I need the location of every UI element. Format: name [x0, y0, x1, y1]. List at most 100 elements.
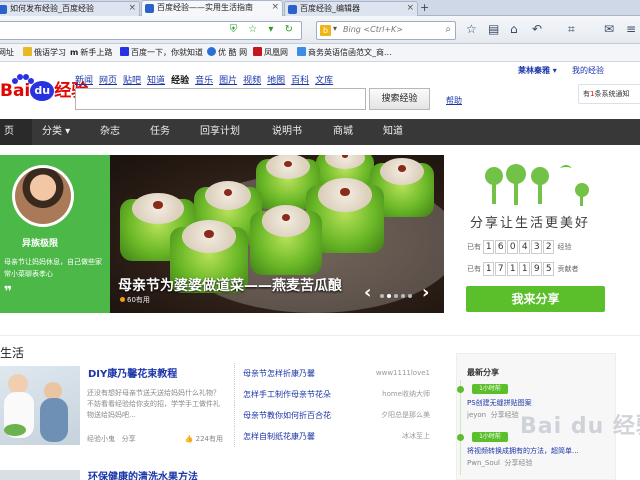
tab-editor[interactable]: 百度经验_编辑器 ×	[284, 1, 418, 16]
help-link[interactable]: 帮助	[446, 95, 462, 106]
featured-thumbnail[interactable]	[0, 366, 80, 445]
experience-search-input[interactable]	[75, 88, 366, 110]
nav-video[interactable]: 视频	[243, 76, 261, 86]
slide-dot-active[interactable]	[387, 294, 391, 298]
new-tab-button[interactable]: +	[420, 0, 429, 16]
tab-label: 如何发布经验_百度经验	[10, 4, 94, 13]
slide-dot[interactable]	[380, 294, 384, 298]
article-title[interactable]: 环保健康的清洗水果方法	[88, 468, 198, 480]
tab-label: 百度经验_编辑器	[300, 4, 360, 13]
search-experience-button[interactable]: 搜索经验	[369, 88, 430, 110]
page-icon	[297, 47, 306, 56]
slide-indicators	[380, 291, 415, 301]
address-bar[interactable]: ⛨ ☆ ▾ ↻	[0, 21, 302, 40]
menu-manual[interactable]: 说明书	[272, 119, 302, 145]
section-title: 生活	[0, 346, 25, 360]
contributor-count: 已有 171195 贡献者	[467, 262, 579, 276]
list-item[interactable]: 母亲节怎样折康乃馨 www1111love1	[234, 363, 430, 384]
nav-wenku[interactable]: 文库	[315, 76, 333, 86]
latest-item-title[interactable]: 将视频转换成拥有的方法，超简单...	[467, 446, 579, 456]
user-menu[interactable]: 莱林秦雅 ▾	[518, 65, 557, 76]
nav-baike[interactable]: 百科	[291, 76, 309, 86]
nav-web[interactable]: 网页	[99, 76, 117, 86]
baidu-favicon-icon	[145, 4, 154, 13]
phoenix-icon	[253, 47, 262, 56]
nav-tieba[interactable]: 贴吧	[123, 76, 141, 86]
next-slide-button[interactable]: ›	[422, 282, 429, 303]
share-button[interactable]: 我来分享	[466, 286, 605, 312]
search-icon[interactable]: ⌕	[445, 24, 451, 35]
menu-icon[interactable]: ≡	[626, 22, 636, 36]
browser-window: 如何发布经验_百度经验 × 百度经验——实用生活指南 × 百度经验_编辑器 × …	[0, 0, 640, 480]
menu-mall[interactable]: 商城	[333, 119, 353, 145]
close-icon[interactable]: ×	[271, 1, 279, 14]
latest-item-meta: Pwn_Soul 分享经验	[467, 459, 533, 467]
bookmark-item[interactable]: m 新手上路	[70, 46, 112, 59]
people-tree-illustration-icon	[485, 164, 589, 206]
slide-dot[interactable]	[394, 294, 398, 298]
product-nav: 新闻 网页 贴吧 知道 经验 音乐 图片 视频 地图 百科 文库	[75, 73, 339, 86]
prev-slide-button[interactable]: ‹	[364, 282, 371, 303]
bookmark-item[interactable]: 商务英语信函范文_商...	[297, 46, 392, 59]
featured-article-title[interactable]: DIY康乃馨花束教程	[88, 365, 177, 380]
author-avatar[interactable]	[12, 165, 74, 227]
time-badge: 1小时前	[472, 384, 508, 394]
bookmark-item[interactable]: 网址	[0, 46, 14, 59]
folder-icon	[23, 47, 32, 56]
bookmark-item[interactable]: 优 酷 网	[207, 46, 247, 59]
menu-home[interactable]: 页	[0, 119, 32, 145]
chat-icon[interactable]: ✉	[604, 22, 614, 36]
my-experience-link[interactable]: 我的经验	[572, 65, 604, 76]
banner-title[interactable]: 母亲节为婆婆做道菜——燕麦苦瓜酿	[118, 275, 342, 295]
bookmark-item[interactable]: 百度一下，你就知道	[120, 46, 203, 59]
tab-label: 百度经验——实用生活指南	[157, 3, 253, 12]
latest-item-meta: jeyon 分享经验	[467, 411, 519, 419]
home-icon[interactable]: ⌂	[510, 22, 518, 36]
nav-jingyan[interactable]: 经验	[171, 76, 189, 86]
author-name[interactable]: 异族极限	[22, 236, 58, 249]
play-icon	[207, 47, 216, 56]
slide-dot[interactable]	[408, 294, 412, 298]
thumb-icon	[120, 297, 125, 302]
menu-category[interactable]: 分类 ▾	[42, 119, 70, 145]
star-icon[interactable]: ☆	[466, 22, 477, 36]
list-item[interactable]: 母亲节教你如何折百合花 夕阳总是那么美	[234, 405, 430, 426]
section-divider	[0, 335, 640, 336]
undo-icon[interactable]: ↶	[532, 22, 542, 36]
baidu-paw-icon	[120, 47, 129, 56]
search-bar[interactable]: b ▾ Bing <Ctrl+K> ⌕	[316, 21, 456, 40]
list-item[interactable]: 怎样手工制作母亲节花朵 home收纳大师	[234, 384, 430, 405]
latest-item-title[interactable]: PS创建无缝拼贴图案	[467, 398, 532, 408]
chevron-down-icon[interactable]: ▾	[333, 24, 337, 33]
menu-zhidao[interactable]: 知道	[383, 119, 403, 145]
tab-baidu-experience[interactable]: 百度经验——实用生活指南 ×	[141, 0, 283, 16]
clipboard-icon[interactable]: ▤	[488, 22, 499, 36]
close-icon[interactable]: ×	[406, 2, 414, 15]
m-logo-icon: m	[70, 48, 79, 57]
navigation-toolbar: ⛨ ☆ ▾ ↻ b ▾ Bing <Ctrl+K> ⌕ ☆ ▤ ⌂ ↶ ⌗ ✉ …	[0, 16, 640, 44]
quote-mark-icon: ❞	[4, 284, 13, 300]
close-icon[interactable]: ×	[128, 2, 136, 15]
list-item[interactable]: 怎样自制纸花康乃馨 冰冰至上	[234, 426, 430, 447]
featured-author[interactable]: 经验小鬼	[87, 435, 115, 443]
bookmark-item[interactable]: 凤凰网	[253, 46, 288, 59]
notification-tooltip[interactable]: 有1条系统通知	[578, 84, 640, 104]
category-menu: 页 分类 ▾ 杂志 任务 回享计划 说明书 商城 知道	[0, 119, 640, 145]
nav-news[interactable]: 新闻	[75, 76, 93, 86]
nav-map[interactable]: 地图	[267, 76, 285, 86]
latest-shares-title: 最新分享	[467, 368, 499, 377]
tab-publish-experience[interactable]: 如何发布经验_百度经验 ×	[0, 1, 140, 16]
crop-icon[interactable]: ⌗	[568, 22, 575, 36]
nav-music[interactable]: 音乐	[195, 76, 213, 86]
bookmark-item[interactable]: 俄语学习	[23, 46, 66, 59]
nav-images[interactable]: 图片	[219, 76, 237, 86]
featured-article-meta: 经验小鬼 分享 👍 224有用	[87, 435, 223, 443]
menu-tasks[interactable]: 任务	[150, 119, 170, 145]
menu-share-plan[interactable]: 回享计划	[200, 119, 240, 145]
article-thumbnail[interactable]	[0, 470, 80, 480]
slide-dot[interactable]	[401, 294, 405, 298]
menu-magazine[interactable]: 杂志	[100, 119, 120, 145]
featured-article-desc: 还没有想好母亲节送天送给妈妈什么礼物？不妨看看经验给你支的招，学学手工做件礼物送…	[87, 389, 220, 419]
nav-zhidao[interactable]: 知道	[147, 76, 165, 86]
timeline	[460, 380, 461, 475]
